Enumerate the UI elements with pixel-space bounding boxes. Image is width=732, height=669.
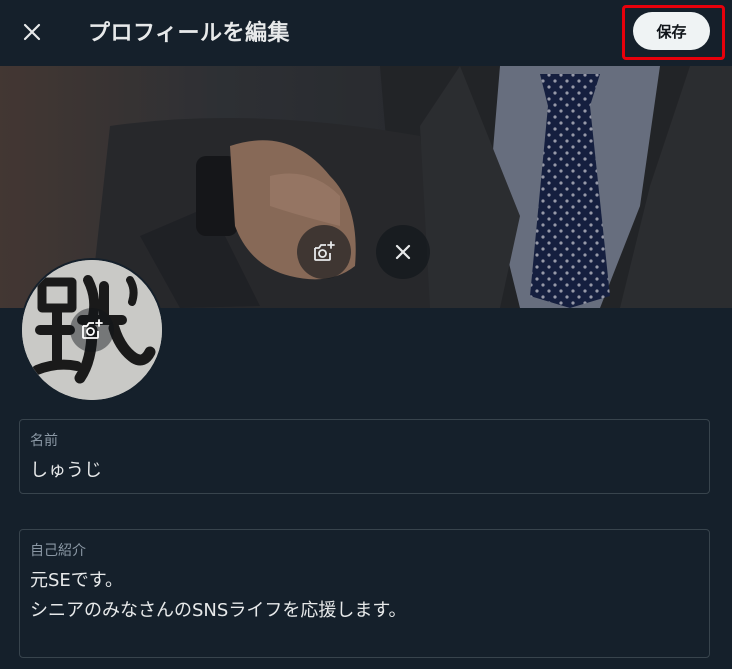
avatar-image bbox=[22, 260, 162, 400]
camera-add-icon bbox=[314, 241, 335, 261]
name-input[interactable]: しゅうじ bbox=[30, 456, 102, 486]
bio-line: 元SEです。 bbox=[30, 570, 123, 591]
dialog-header: プロフィールを編集 保存 bbox=[0, 0, 732, 64]
close-icon bbox=[395, 244, 411, 260]
bio-field-label: 自己紹介 bbox=[30, 543, 86, 559]
camera-add-icon bbox=[82, 319, 103, 339]
avatar-camera-button[interactable] bbox=[70, 308, 114, 352]
close-icon bbox=[23, 23, 41, 41]
edit-profile-dialog: プロフィールを編集 保存 名前 しゅうじ 自己紹介 元SEです。 シニアのみなさ… bbox=[0, 0, 732, 669]
bio-field[interactable]: 自己紹介 元SEです。 シニアのみなさんのSNSライフを応援します。 bbox=[19, 529, 710, 658]
bio-textarea[interactable]: 元SEです。 シニアのみなさんのSNSライフを応援します。 bbox=[30, 566, 407, 626]
bio-line: シニアのみなさんのSNSライフを応援します。 bbox=[30, 600, 407, 621]
save-button[interactable]: 保存 bbox=[633, 12, 710, 50]
page-title: プロフィールを編集 bbox=[88, 21, 291, 46]
name-field[interactable]: 名前 しゅうじ bbox=[19, 419, 710, 494]
banner-camera-button[interactable] bbox=[297, 225, 351, 279]
avatar[interactable] bbox=[20, 258, 164, 402]
name-field-label: 名前 bbox=[30, 433, 58, 449]
close-button[interactable] bbox=[12, 12, 52, 52]
banner-remove-button[interactable] bbox=[376, 225, 430, 279]
